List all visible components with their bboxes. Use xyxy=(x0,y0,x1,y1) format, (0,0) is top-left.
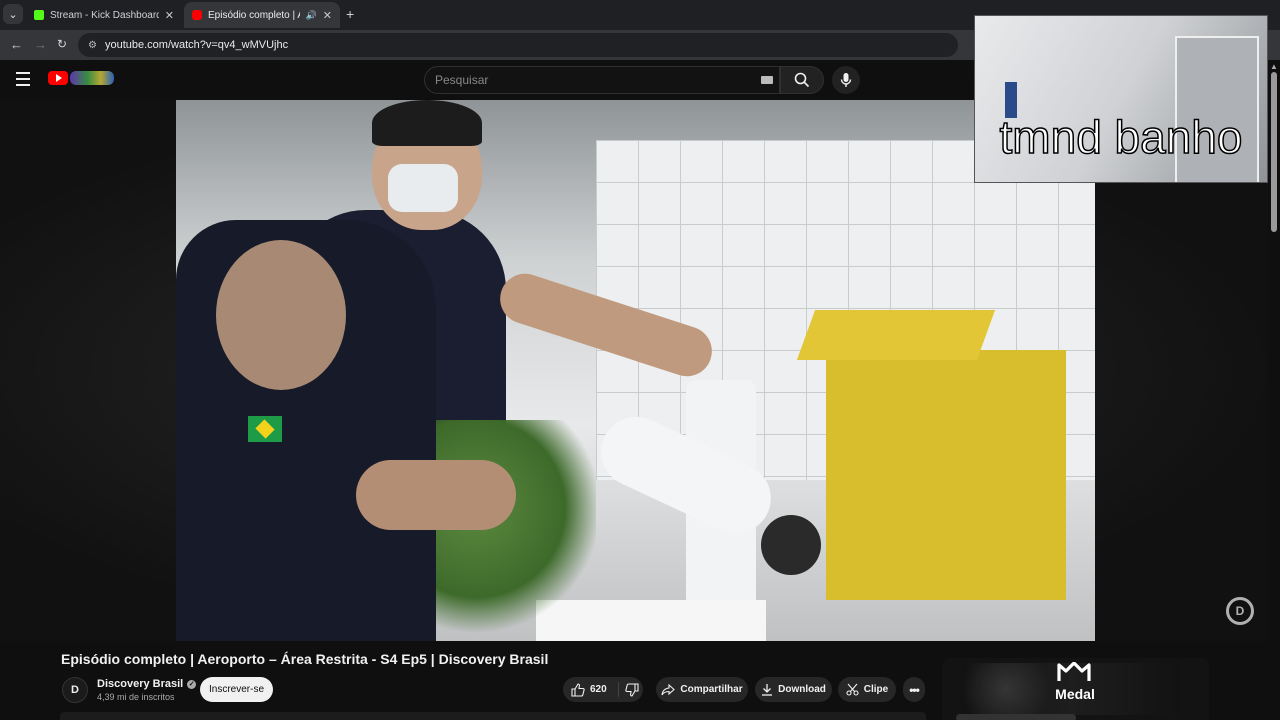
medal-logo-icon xyxy=(1056,662,1092,682)
reload-icon[interactable]: ↻ xyxy=(57,37,67,51)
page-scrollbar[interactable]: ▲ xyxy=(1268,60,1280,720)
close-tab-icon[interactable]: ✕ xyxy=(323,9,332,22)
ad-brand: Medal xyxy=(1055,686,1095,702)
yellow-sharps-box xyxy=(796,310,1066,600)
keyboard-icon[interactable] xyxy=(761,76,773,84)
webcam-caption: tmnd banho xyxy=(999,111,1243,163)
site-info-icon[interactable]: ⚙ xyxy=(88,40,97,51)
video-frame xyxy=(176,100,1095,641)
kick-favicon-icon xyxy=(34,10,44,20)
browser-tab-kick[interactable]: Stream - Kick Dashboard ✕ xyxy=(26,2,182,28)
scroll-up-arrow-icon[interactable]: ▲ xyxy=(1270,62,1278,71)
back-arrow-icon[interactable]: ← xyxy=(10,37,23,52)
like-dislike-group: 620 xyxy=(563,677,643,702)
new-tab-button[interactable]: + xyxy=(346,6,354,22)
officer-left xyxy=(176,220,436,641)
browser-tab-youtube[interactable]: Episódio completo | Aeroporto – Área Res… xyxy=(184,2,340,28)
address-bar[interactable]: ⚙ youtube.com/watch?v=qv4_wMVUjhc xyxy=(78,33,958,57)
ad-caption-cutoff xyxy=(956,714,1076,720)
youtube-favicon-icon xyxy=(192,10,202,20)
webcam-overlay: tmnd banho xyxy=(974,15,1268,183)
forward-arrow-icon[interactable]: → xyxy=(34,37,47,52)
search-button[interactable] xyxy=(780,66,824,94)
tab-search-button[interactable]: ⌄ xyxy=(3,4,23,24)
search-placeholder: Pesquisar xyxy=(435,73,489,87)
channel-info: D Discovery Brasil ✓ 4,39 mi de inscrito… xyxy=(62,677,197,703)
download-label: Download xyxy=(778,684,826,695)
voice-search-button[interactable] xyxy=(832,66,860,94)
speaker-icon[interactable]: 🔊 xyxy=(306,10,317,21)
verified-check-icon: ✓ xyxy=(187,679,197,689)
share-label: Compartilhar xyxy=(680,684,743,695)
tab-title: Episódio completo | Aeroporto – Área Res… xyxy=(208,9,300,21)
description-box[interactable] xyxy=(60,712,926,720)
like-count[interactable]: 620 xyxy=(590,684,607,695)
scrollbar-thumb[interactable] xyxy=(1271,72,1277,232)
tab-title: Stream - Kick Dashboard xyxy=(50,9,159,21)
scissors-icon xyxy=(846,683,859,696)
subscriber-count: 4,39 mi de inscritos xyxy=(97,692,175,702)
dislike-icon[interactable] xyxy=(625,683,639,697)
youtube-play-logo-icon xyxy=(48,71,68,85)
channel-avatar[interactable]: D xyxy=(62,677,88,703)
discovery-watermark-icon: D xyxy=(1226,597,1254,625)
brazil-flag-patch-icon xyxy=(248,416,282,442)
video-title: Episódio completo | Aeroporto – Área Res… xyxy=(61,651,549,667)
sidebar-ad[interactable]: Medal xyxy=(942,658,1209,720)
like-icon[interactable] xyxy=(571,682,585,697)
youtube-logo[interactable] xyxy=(48,71,114,85)
close-tab-icon[interactable]: ✕ xyxy=(165,9,174,22)
share-icon xyxy=(661,683,676,695)
more-actions-button[interactable]: ••• xyxy=(903,677,925,702)
microphone-icon xyxy=(840,73,852,87)
clip-label: Clipe xyxy=(863,684,889,695)
download-icon xyxy=(762,684,773,696)
channel-name[interactable]: Discovery Brasil xyxy=(97,678,183,690)
more-horizontal-icon: ••• xyxy=(909,682,920,697)
clip-button[interactable]: Clipe xyxy=(838,677,896,702)
subscribe-button[interactable]: Inscrever-se xyxy=(200,677,273,702)
download-button[interactable]: Download xyxy=(755,677,832,702)
search-icon xyxy=(794,72,810,88)
share-button[interactable]: Compartilhar xyxy=(656,677,748,702)
url-text: youtube.com/watch?v=qv4_wMVUjhc xyxy=(104,39,289,51)
menu-icon[interactable] xyxy=(16,72,30,90)
youtube-doodle xyxy=(70,71,114,85)
search-input[interactable]: Pesquisar xyxy=(424,66,780,94)
